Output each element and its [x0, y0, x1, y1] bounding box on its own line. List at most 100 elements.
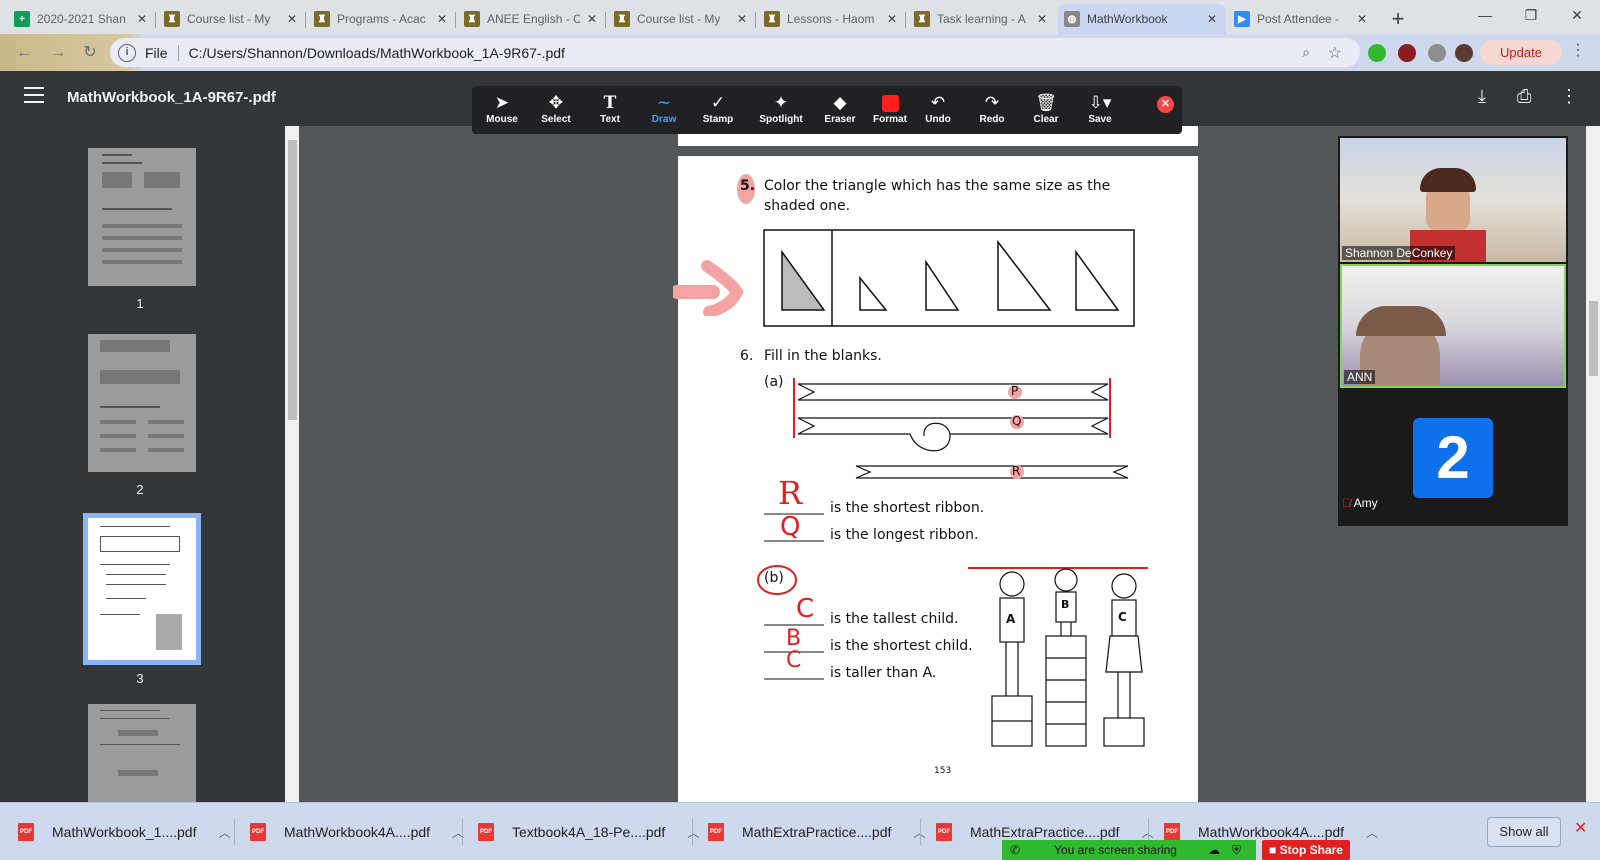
- print-icon[interactable]: ⎙: [1517, 86, 1531, 107]
- new-tab-icon[interactable]: +: [1384, 5, 1412, 33]
- download-item[interactable]: PDF Textbook4A_18-Pe....pdf ︿: [478, 815, 699, 849]
- school-icon: ♜: [164, 11, 180, 27]
- video-ann[interactable]: ANN: [1340, 264, 1566, 388]
- thumbnail-page-2[interactable]: [88, 334, 196, 472]
- show-all-button[interactable]: Show all: [1487, 817, 1561, 847]
- question-5-number: 5.: [740, 178, 756, 194]
- download-item[interactable]: PDF MathWorkbook_1....pdf ︿: [18, 815, 231, 849]
- tab-4[interactable]: ♜ Course list - My ✕: [608, 4, 756, 34]
- tab-title: Post Attendee -: [1257, 12, 1340, 26]
- participant-avatar: 2: [1413, 418, 1493, 498]
- child-label-b: B: [1061, 598, 1070, 611]
- close-icon[interactable]: ✕: [584, 12, 600, 26]
- tool-select[interactable]: ✥ Select: [528, 92, 584, 125]
- download-item[interactable]: PDF MathWorkbook4A....pdf ︿: [250, 815, 464, 849]
- address-bar[interactable]: i File C:/Users/Shannon/Downloads/MathWo…: [110, 38, 1360, 67]
- close-icon[interactable]: ✕: [1204, 12, 1220, 26]
- browser-menu-icon[interactable]: ⋮: [1570, 40, 1586, 60]
- participant-name: ANN: [1344, 370, 1376, 384]
- tab-8[interactable]: ▶ Post Attendee - ✕: [1228, 4, 1376, 34]
- triangle: [925, 259, 960, 311]
- close-icon[interactable]: ✕: [884, 12, 900, 26]
- extension-green-icon[interactable]: [1368, 44, 1386, 62]
- browser-toolbar: ← → ↻ i File C:/Users/Shannon/Downloads/…: [0, 34, 1600, 71]
- tool-eraser[interactable]: ◆ Eraser: [812, 92, 868, 125]
- close-window-icon[interactable]: ✕: [1554, 0, 1600, 34]
- tab-strip: + 2020-2021 Shan ✕ ♜ Course list - My ✕ …: [0, 0, 1600, 34]
- url-text[interactable]: C:/Users/Shannon/Downloads/MathWorkbook_…: [189, 45, 565, 61]
- tab-0[interactable]: + 2020-2021 Shan ✕: [8, 4, 156, 34]
- tab-6[interactable]: ♜ Task learning - A ✕: [908, 4, 1056, 34]
- chevron-up-icon[interactable]: ︿: [218, 824, 230, 841]
- tool-draw[interactable]: ∼ Draw: [636, 92, 692, 125]
- tab-1[interactable]: ♜ Course list - My ✕: [158, 4, 306, 34]
- download-item[interactable]: PDFMathExtraPractice....pdf︿: [708, 815, 925, 849]
- reload-icon[interactable]: ↻: [78, 41, 102, 65]
- tool-stamp[interactable]: ✓ Stamp: [690, 92, 746, 125]
- tab-title: MathWorkbook: [1087, 12, 1168, 26]
- restore-icon[interactable]: ❐: [1508, 0, 1554, 34]
- close-icon[interactable]: ✕: [434, 12, 450, 26]
- school-icon: ♜: [914, 11, 930, 27]
- thumbnail-page-1[interactable]: [88, 148, 196, 286]
- tool-clear[interactable]: 🗑 Clear: [1018, 92, 1074, 125]
- ublock-icon[interactable]: [1398, 44, 1416, 62]
- forward-icon[interactable]: →: [46, 41, 70, 65]
- participant-name: Amy: [1353, 496, 1378, 510]
- download-icon[interactable]: ⤓: [1478, 86, 1486, 107]
- close-icon[interactable]: ✕: [284, 12, 300, 26]
- extension-puzzle-icon[interactable]: [1428, 44, 1446, 62]
- tab-7[interactable]: ◍ MathWorkbook ✕: [1058, 4, 1226, 34]
- minimize-icon[interactable]: —: [1462, 0, 1508, 34]
- pdf-file-icon: PDF: [18, 823, 34, 841]
- profile-avatar-icon[interactable]: [1455, 44, 1473, 62]
- triangle: [1075, 249, 1120, 311]
- question-5-text: Color the triangle which has the same si…: [764, 178, 1111, 194]
- update-button[interactable]: Update: [1480, 40, 1562, 65]
- close-icon[interactable]: ✕: [1354, 12, 1370, 26]
- tool-text[interactable]: T Text: [582, 92, 638, 125]
- sidebar-scrollbar[interactable]: [285, 126, 299, 802]
- question-6-text: Fill in the blanks.: [764, 348, 882, 364]
- bookmark-star-icon[interactable]: ☆: [1328, 43, 1342, 63]
- close-icon[interactable]: ✕: [134, 12, 150, 26]
- school-icon: ♜: [764, 11, 780, 27]
- more-options-icon[interactable]: ⋮: [1560, 86, 1578, 107]
- pink-arrow-annotation: [673, 260, 744, 316]
- undo-icon: ↶: [930, 93, 946, 112]
- tool-redo[interactable]: ↷ Redo: [964, 92, 1020, 125]
- tool-spotlight[interactable]: ✦ Spotlight: [750, 92, 812, 125]
- thumbnail-label: 1: [136, 296, 144, 311]
- eraser-icon: ◆: [833, 93, 847, 112]
- chevron-up-icon[interactable]: ︿: [1366, 824, 1378, 841]
- chevron-up-icon[interactable]: ︿: [687, 824, 699, 841]
- school-icon: ♜: [314, 11, 330, 27]
- ribbon-label-q: Q: [1012, 414, 1022, 428]
- thumbnail-page-3[interactable]: [83, 513, 201, 665]
- video-shannon[interactable]: Shannon DeConkey: [1340, 138, 1566, 262]
- pdf-file-icon: PDF: [478, 823, 494, 841]
- stop-share-button[interactable]: ■ Stop Share: [1262, 840, 1350, 860]
- tab-5[interactable]: ♜ Lessons - Haom ✕: [758, 4, 906, 34]
- move-icon: ✥: [548, 93, 564, 112]
- thumbnail-page-4[interactable]: [88, 704, 196, 802]
- close-icon[interactable]: ✕: [734, 12, 750, 26]
- tool-save[interactable]: ⇩▾ Save: [1072, 92, 1128, 125]
- tool-mouse[interactable]: ➤ Mouse: [474, 92, 530, 125]
- tab-2[interactable]: ♜ Programs - Acac ✕: [308, 4, 456, 34]
- tab-3[interactable]: ♜ ANEE English - C ✕: [458, 4, 606, 34]
- participant-amy[interactable]: 🎙̸ Amy: [1342, 496, 1378, 510]
- back-icon[interactable]: ←: [12, 41, 36, 65]
- shield-icon: ⛨: [1232, 843, 1242, 857]
- screen-sharing-bar: ✆ You are screen sharing ☁ ⛨: [1002, 840, 1256, 860]
- close-toolbar-icon[interactable]: ✕: [1157, 96, 1174, 113]
- zoom-magnifier-icon[interactable]: ⌕: [1302, 44, 1310, 61]
- info-icon[interactable]: i: [118, 43, 136, 62]
- answer-a1: R: [778, 474, 803, 512]
- tool-undo[interactable]: ↶ Undo: [910, 92, 966, 125]
- close-download-bar-icon[interactable]: ✕: [1574, 818, 1587, 838]
- sidebar-toggle-icon[interactable]: [24, 87, 44, 108]
- save-icon: ⇩▾: [1088, 93, 1112, 112]
- close-icon[interactable]: ✕: [1034, 12, 1050, 26]
- document-scrollbar[interactable]: [1586, 126, 1600, 802]
